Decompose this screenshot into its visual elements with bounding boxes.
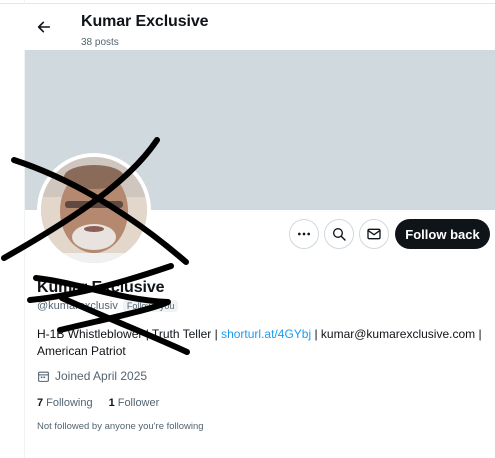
following-label: Following — [46, 397, 93, 409]
message-button[interactable] — [359, 219, 389, 249]
post-count: 38 posts — [81, 37, 119, 48]
search-button[interactable] — [324, 219, 354, 249]
follow-back-button[interactable]: Follow back — [395, 219, 490, 249]
follows-you-badge: Follows you — [122, 300, 179, 312]
mail-icon — [367, 228, 381, 240]
search-icon — [333, 228, 346, 241]
followers-label: Follower — [117, 397, 160, 409]
calendar-icon — [38, 371, 49, 382]
back-button[interactable] — [32, 15, 56, 39]
avatar-photo — [41, 157, 147, 263]
handle-row: @kumarexclusiv Follows you — [37, 300, 179, 312]
more-button[interactable] — [289, 219, 319, 249]
more-icon — [298, 232, 310, 236]
followers-link[interactable]: 1 Follower — [109, 397, 160, 409]
bio-text: H-1B Whistleblower | Truth Teller | — [37, 327, 222, 341]
follow-stats: 7 Following 1 Follower — [37, 397, 159, 409]
profile-header: Kumar Exclusive 38 posts — [24, 4, 495, 50]
following-count: 7 — [37, 397, 44, 409]
not-followed-note: Not followed by anyone you're following — [37, 421, 204, 432]
following-link[interactable]: 7 Following — [37, 397, 93, 409]
followers-count: 1 — [108, 397, 115, 409]
arrow-left-icon — [37, 21, 51, 33]
joined-text: Joined April 2025 — [55, 369, 148, 383]
avatar[interactable] — [41, 157, 147, 263]
bio-link[interactable]: shorturl.at/4GYbj — [221, 327, 311, 341]
profile-handle: @kumarexclusiv — [37, 300, 118, 312]
header-title: Kumar Exclusive — [81, 13, 209, 30]
profile-bio: H-1B Whistleblower | Truth Teller | shor… — [37, 326, 487, 360]
profile-name: Kumar Exclusive — [37, 279, 165, 296]
joined-date: Joined April 2025 — [37, 369, 147, 383]
